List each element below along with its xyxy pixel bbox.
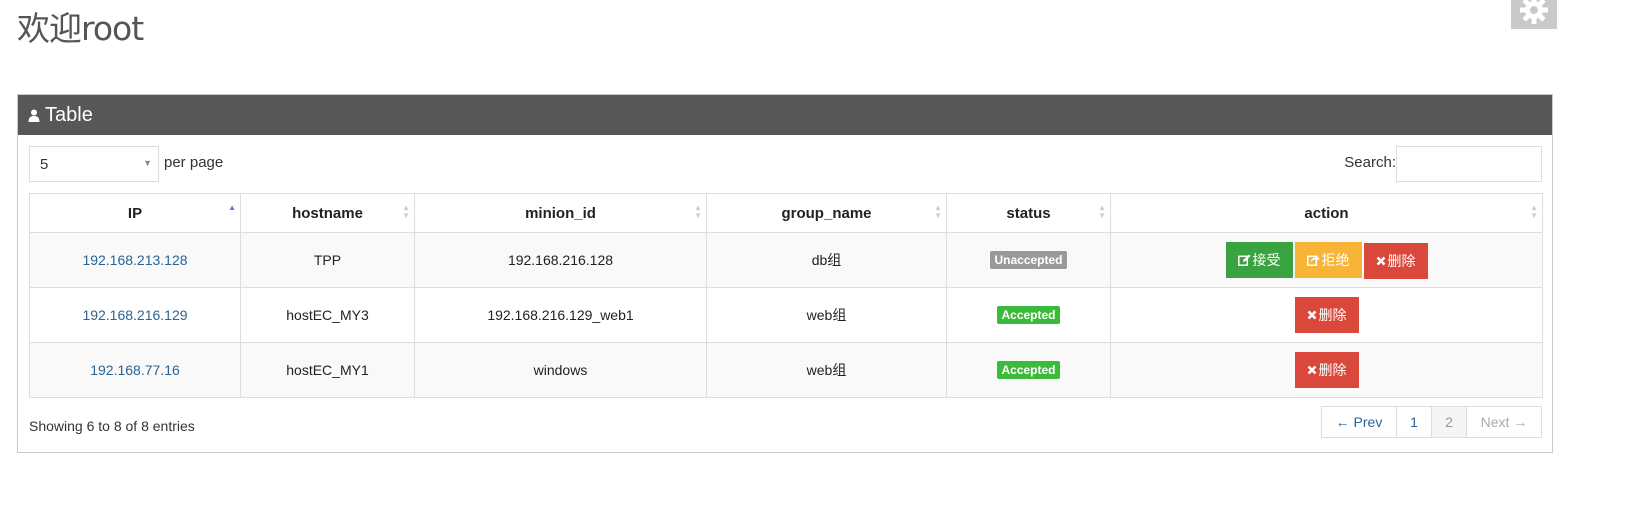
sort-icon: ▲ ▼ [1530,203,1538,220]
cell-actions: 删除 [1110,287,1543,343]
delete-label: 删除 [1318,363,1347,379]
cell-hostname: TPP [240,232,415,288]
cell-minion-id: 192.168.216.128 [414,232,707,288]
column-label: action [1304,204,1349,222]
close-icon [1376,256,1386,266]
ip-link[interactable]: 192.168.213.128 [82,252,187,268]
cell-group: db组 [706,232,947,288]
page-2-button[interactable]: 2 [1432,407,1467,437]
table-header-row: IP ▲ hostname ▲ ▼ minion_id ▲ ▼ group_name… [29,193,1543,233]
table-row: 192.168.216.129 hostEC_MY3 192.168.216.1… [29,287,1543,343]
cell-status: Accepted [946,287,1111,343]
cell-group: web组 [706,342,947,398]
table-info: Showing 6 to 8 of 8 entries [29,418,195,434]
hosts-table: IP ▲ hostname ▲ ▼ minion_id ▲ ▼ group_name… [29,193,1543,398]
sort-icon: ▲ ▼ [694,203,702,220]
user-icon [28,109,40,122]
cell-status: Unaccepted [946,232,1111,288]
close-icon [1307,365,1317,375]
cell-hostname: hostEC_MY1 [240,342,415,398]
close-icon [1307,310,1317,320]
column-label: group_name [781,204,872,222]
delete-button[interactable]: 删除 [1294,297,1359,333]
settings-button[interactable] [1511,0,1557,29]
delete-label: 删除 [1318,308,1347,324]
column-label: minion_id [525,204,596,222]
reject-label: 拒绝 [1321,252,1350,269]
sort-icon: ▲ ▼ [934,203,942,220]
welcome-title: 欢迎root [17,9,144,48]
search-input[interactable] [1396,146,1542,182]
page-length-value: 5 [40,155,49,173]
column-header-action[interactable]: action ▲ ▼ [1110,193,1543,233]
delete-label: 删除 [1387,253,1416,270]
panel-title: Table [45,103,93,126]
column-label: status [1006,204,1051,222]
cell-group: web组 [706,287,947,343]
cell-ip: 192.168.213.128 [29,232,241,288]
column-header-status[interactable]: status ▲ ▼ [946,193,1111,233]
cell-status: Accepted [946,342,1111,398]
cell-actions: 删除 [1110,342,1543,398]
edit-icon [1237,254,1251,266]
column-header-ip[interactable]: IP ▲ [29,193,241,233]
next-page-button[interactable]: Next → [1467,407,1541,437]
table-row: 192.168.213.128 TPP 192.168.216.128 db组 … [29,232,1543,288]
delete-button[interactable]: 删除 [1363,242,1428,279]
sort-icon: ▲ ▼ [1098,203,1106,220]
cell-hostname: hostEC_MY3 [240,287,415,343]
cell-minion-id: windows [414,342,707,398]
chevron-down-icon: ▼ [143,158,152,168]
table-controls: 5 ▼ per page Search: [18,135,1552,193]
prev-page-button[interactable]: ← Prev [1322,407,1397,437]
search-label: Search: [1344,154,1396,171]
column-label: IP [127,204,143,222]
sort-icon: ▲ ▼ [402,203,410,220]
cell-ip: 192.168.216.129 [29,287,241,343]
pagination: ← Prev 1 2 Next → [1321,406,1542,438]
reject-button[interactable]: 拒绝 [1294,241,1362,278]
column-header-group-name[interactable]: group_name ▲ ▼ [706,193,947,233]
column-header-hostname[interactable]: hostname ▲ ▼ [240,193,415,233]
cell-actions: 接受 拒绝 删除 [1110,232,1543,288]
share-icon [1306,254,1320,266]
delete-button[interactable]: 删除 [1294,352,1359,388]
accept-button[interactable]: 接受 [1225,241,1293,278]
ip-link[interactable]: 192.168.216.129 [82,307,187,323]
table-panel: Table 5 ▼ per page Search: IP ▲ hostname… [17,94,1553,453]
status-badge: Accepted [997,306,1060,324]
table-row: 192.168.77.16 hostEC_MY1 windows web组 Ac… [29,342,1543,398]
column-header-minion-id[interactable]: minion_id ▲ ▼ [414,193,707,233]
page-length-select[interactable]: 5 ▼ [29,146,159,182]
status-badge: Unaccepted [990,251,1067,269]
sort-asc-icon: ▲ [228,203,236,212]
column-label: hostname [292,204,363,222]
cell-ip: 192.168.77.16 [29,342,241,398]
panel-header: Table [18,95,1552,135]
status-badge: Accepted [997,361,1060,379]
per-page-label: per page [164,154,224,171]
accept-label: 接受 [1252,252,1281,269]
page-1-button[interactable]: 1 [1397,407,1432,437]
ip-link[interactable]: 192.168.77.16 [90,362,180,378]
cell-minion-id: 192.168.216.129_web1 [414,287,707,343]
gear-icon [1520,0,1548,24]
